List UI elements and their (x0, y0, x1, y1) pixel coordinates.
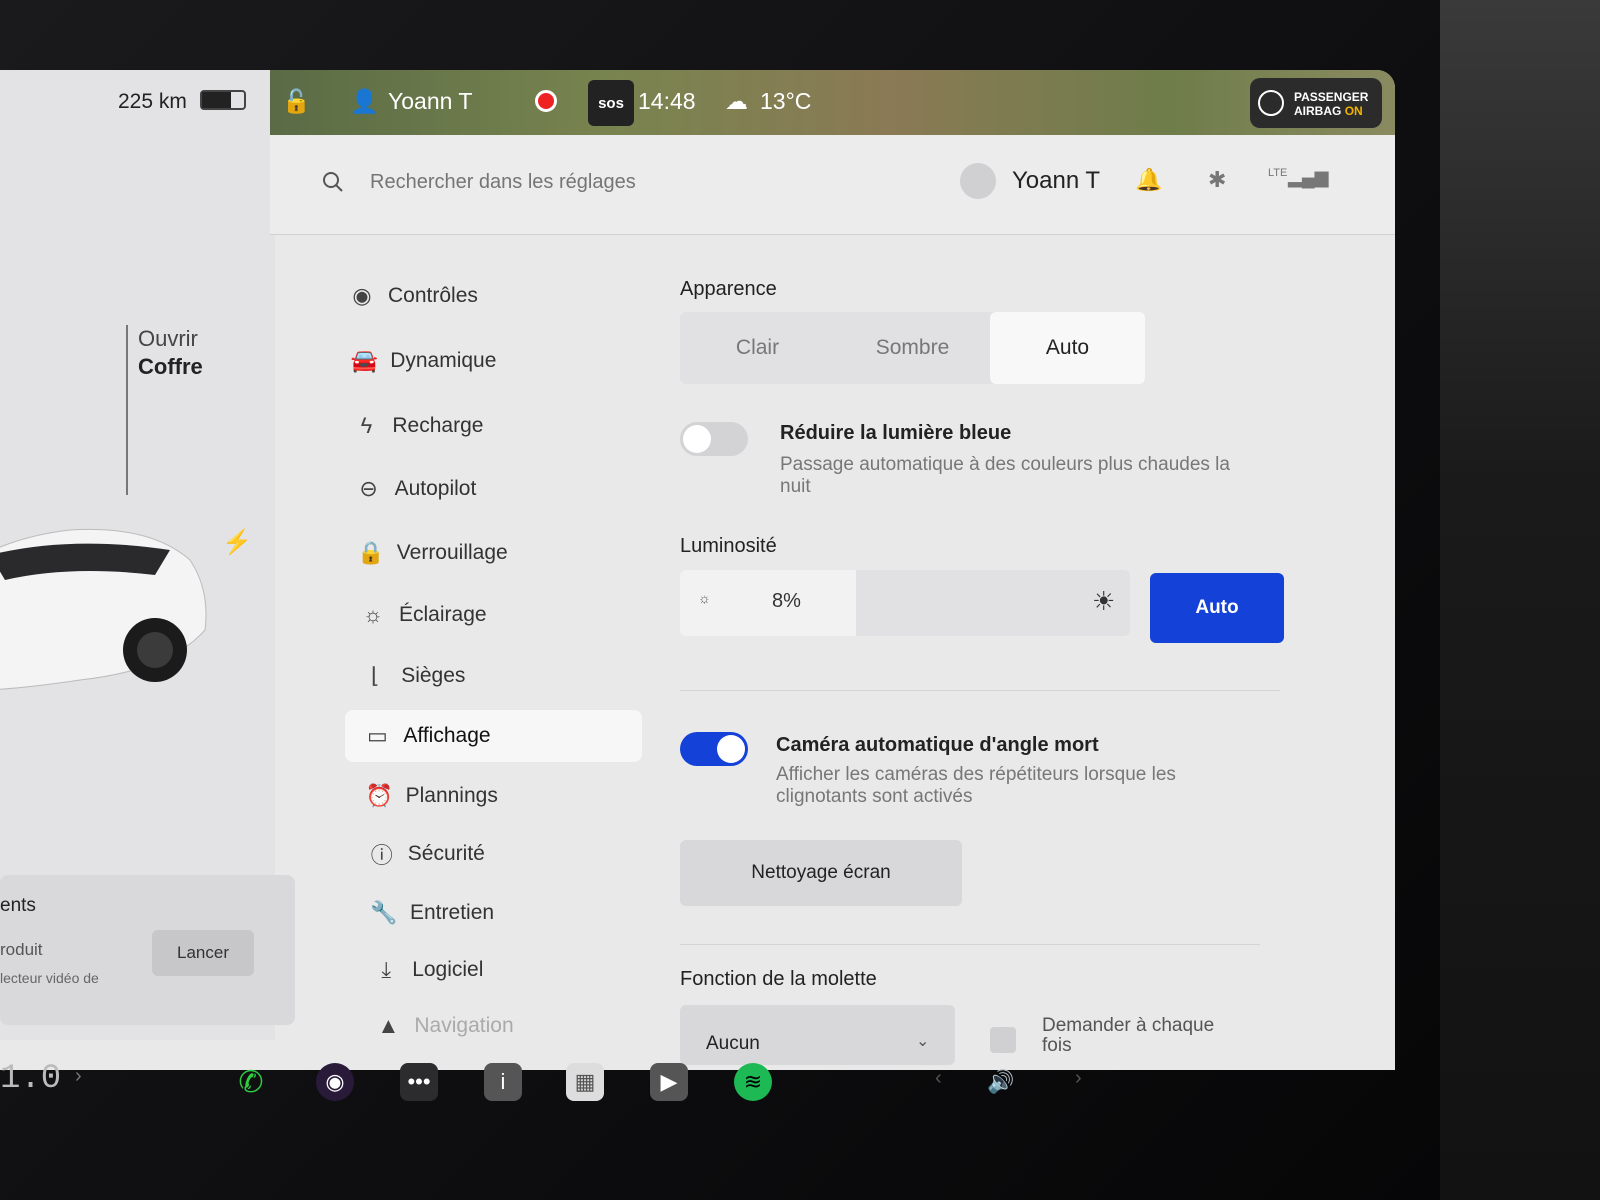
trunk-label-2: Coffre (138, 354, 203, 379)
trunk-pointer-line (126, 325, 128, 495)
camera-icon[interactable]: ◉ (316, 1063, 354, 1101)
trunk-label-1: Ouvrir (138, 326, 198, 351)
touchscreen: 225 km Ouvrir Coffre ⚡ ents roduit lecte… (0, 70, 1395, 1070)
volume-icon[interactable]: 🔊 (982, 1063, 1020, 1101)
appearance-title: Apparence (680, 278, 777, 300)
open-trunk-button[interactable]: Ouvrir Coffre (138, 325, 203, 381)
divider (680, 944, 1260, 945)
appearance-option-label: Auto (1045, 336, 1090, 359)
speed-readout: 1.0 (0, 1060, 62, 1098)
blue-light-description-2: nuit (780, 476, 811, 497)
blind-spot-camera-toggle[interactable] (680, 732, 748, 766)
car-interior-background (1440, 0, 1600, 1200)
volume-up-chevron-icon[interactable]: › (1075, 1067, 1082, 1090)
car-model-image (0, 528, 207, 690)
battery-icon (200, 90, 246, 110)
volume-down-chevron-icon[interactable]: ‹ (935, 1067, 942, 1090)
appearance-sombre-button[interactable]: Sombre (835, 312, 990, 384)
media-card: ents roduit lecteur vidéo de Lancer (0, 875, 295, 1025)
bottom-dock: 1.0 › ✆ ◉ ••• i ▦ ▶ ≋ ‹ 🔊 › (0, 1045, 1395, 1125)
dim-sun-icon: ☼ (698, 590, 711, 606)
range-readout: 225 km (118, 90, 187, 113)
bright-sun-icon: ☀ (1092, 586, 1116, 616)
charging-bolt-icon: ⚡ (222, 529, 252, 556)
launch-button[interactable]: Lancer (152, 930, 254, 976)
appearance-selector: Clair Sombre Auto (680, 312, 1145, 384)
media-title: ents (0, 895, 36, 916)
screen-clean-button[interactable]: Nettoyage écran (680, 840, 962, 906)
phone-icon[interactable]: ✆ (232, 1063, 270, 1101)
brightness-title: Luminosité (680, 535, 777, 557)
chevron-right-icon[interactable]: › (75, 1065, 82, 1088)
brightness-auto-button[interactable]: Auto (1150, 573, 1284, 643)
manual-icon[interactable]: i (484, 1063, 522, 1101)
media-subtitle: roduit (0, 940, 43, 959)
blue-light-description-1: Passage automatique à des couleurs plus … (780, 454, 1230, 475)
blind-spot-description-2: clignotants sont activés (776, 786, 973, 807)
calendar-icon[interactable]: ▦ (566, 1063, 604, 1101)
brightness-slider[interactable]: ☼ 8% ☀ (680, 570, 1130, 636)
appearance-auto-button[interactable]: Auto (990, 312, 1145, 384)
more-apps-icon[interactable]: ••• (400, 1063, 438, 1101)
display-settings-panel: Apparence Clair Sombre Auto Réduire la l… (270, 70, 1395, 1070)
blue-light-toggle[interactable] (680, 422, 748, 456)
media-description: lecteur vidéo de (0, 970, 99, 986)
appearance-option-label: Sombre (875, 336, 950, 359)
theater-icon[interactable]: ▶ (650, 1063, 688, 1101)
blue-light-title: Réduire la lumière bleue (780, 422, 1012, 444)
divider (680, 690, 1280, 691)
appearance-clair-button[interactable]: Clair (680, 312, 835, 384)
blind-spot-title: Caméra automatique d'angle mort (776, 734, 1099, 756)
appearance-option-label: Clair (735, 336, 780, 359)
blind-spot-description-1: Afficher les caméras des répétiteurs lor… (776, 764, 1176, 785)
spotify-icon[interactable]: ≋ (734, 1063, 772, 1101)
scroll-wheel-title: Fonction de la molette (680, 968, 877, 990)
brightness-value: 8% (772, 590, 801, 612)
car-panel: 225 km Ouvrir Coffre ⚡ ents roduit lecte… (0, 70, 295, 1040)
